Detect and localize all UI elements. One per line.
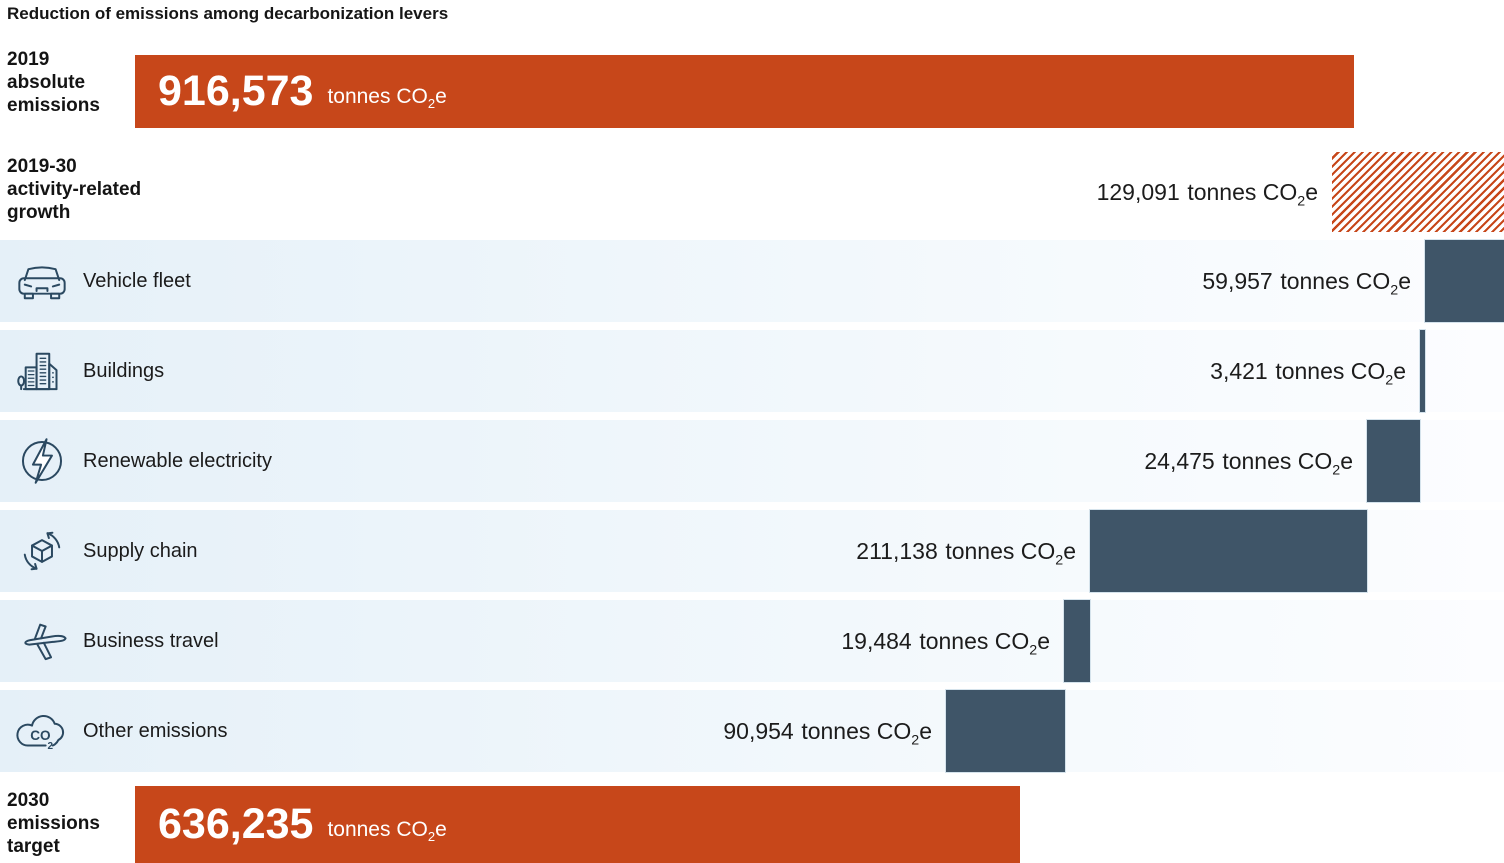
airplane-icon bbox=[13, 612, 71, 670]
lever-row-other-emissions: CO 2 Other emissions 90,954tonnes CO2e bbox=[0, 690, 1504, 772]
lever-label: Vehicle fleet bbox=[83, 240, 191, 322]
emissions-waterfall-chart: Reduction of emissions among decarboniza… bbox=[0, 0, 1504, 863]
renewable-electricity-bar bbox=[1367, 420, 1420, 502]
other-emissions-bar bbox=[946, 690, 1065, 772]
end-row-label: 2030 emissions target bbox=[7, 790, 127, 858]
growth-value: 129,091tonnes CO2e bbox=[1097, 152, 1318, 232]
co2-cloud-icon: CO 2 bbox=[13, 702, 71, 760]
end-total-bar: 636,235 tonnes CO2e bbox=[135, 786, 1020, 863]
lever-row-buildings: Buildings 3,421tonnes CO2e bbox=[0, 330, 1504, 412]
growth-row-label: 2019-30 activity-related growth bbox=[7, 156, 187, 224]
lever-value: 59,957tonnes CO2e bbox=[1202, 240, 1411, 322]
supply-chain-bar bbox=[1090, 510, 1367, 592]
lever-value: 24,475tonnes CO2e bbox=[1144, 420, 1353, 502]
lever-label: Business travel bbox=[83, 600, 219, 682]
svg-text:2: 2 bbox=[47, 741, 53, 752]
lever-value: 90,954tonnes CO2e bbox=[723, 690, 932, 772]
business-travel-bar bbox=[1064, 600, 1090, 682]
lever-row-business-travel: Business travel 19,484tonnes CO2e bbox=[0, 600, 1504, 682]
end-total-unit: tonnes CO2e bbox=[327, 808, 446, 842]
lever-row-vehicle-fleet: Vehicle fleet 59,957tonnes CO2e bbox=[0, 240, 1504, 322]
growth-hatched-bar bbox=[1332, 152, 1504, 232]
lever-label: Supply chain bbox=[83, 510, 198, 592]
buildings-icon bbox=[13, 342, 71, 400]
start-row-label: 2019 absolute emissions bbox=[7, 49, 137, 117]
start-total-unit: tonnes CO2e bbox=[327, 75, 446, 109]
lever-value: 3,421tonnes CO2e bbox=[1210, 330, 1406, 412]
end-total-value: 636,235 bbox=[158, 803, 313, 846]
start-total-bar: 916,573 tonnes CO2e bbox=[135, 55, 1354, 128]
start-total-value: 916,573 bbox=[158, 70, 313, 113]
lever-row-supply-chain: Supply chain 211,138tonnes CO2e bbox=[0, 510, 1504, 592]
buildings-bar bbox=[1420, 330, 1425, 412]
lever-value: 19,484tonnes CO2e bbox=[841, 600, 1050, 682]
supply-chain-icon bbox=[13, 522, 71, 580]
growth-row: 2019-30 activity-related growth 129,091t… bbox=[0, 152, 1504, 232]
car-icon bbox=[13, 252, 71, 310]
lever-label: Other emissions bbox=[83, 690, 228, 772]
vehicle-fleet-bar bbox=[1425, 240, 1504, 322]
lever-row-renewable-electricity: Renewable electricity 24,475tonnes CO2e bbox=[0, 420, 1504, 502]
lever-value: 211,138tonnes CO2e bbox=[856, 510, 1076, 592]
lever-label: Buildings bbox=[83, 330, 164, 412]
chart-title: Reduction of emissions among decarboniza… bbox=[7, 4, 448, 24]
lever-label: Renewable electricity bbox=[83, 420, 272, 502]
lightning-icon bbox=[13, 432, 71, 490]
row-background bbox=[0, 600, 1504, 682]
